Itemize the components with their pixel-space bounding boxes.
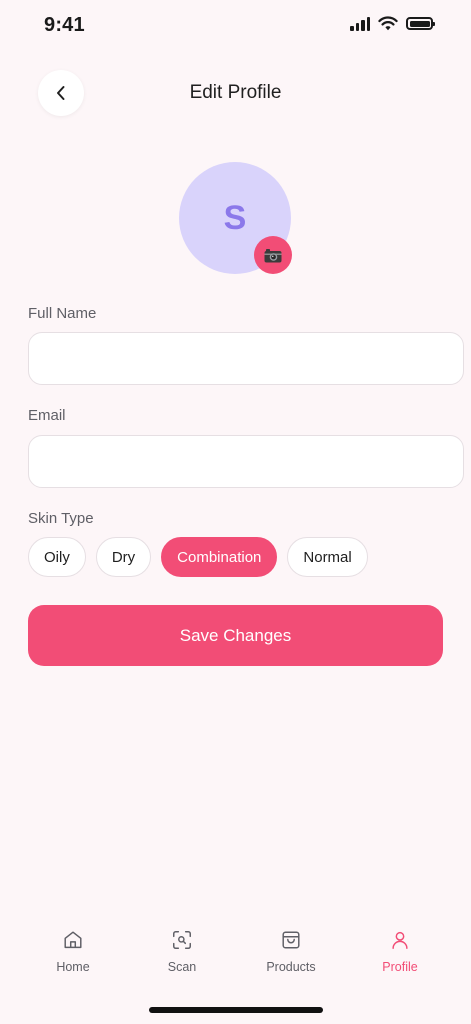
- home-indicator: [149, 1007, 323, 1013]
- nav-item-products[interactable]: Products: [246, 928, 336, 974]
- email-label: Email: [28, 407, 66, 424]
- nav-item-scan[interactable]: Scan: [137, 928, 227, 974]
- cellular-signal-icon: [350, 17, 370, 31]
- skin-type-chip-oily[interactable]: Oily: [28, 537, 86, 577]
- battery-icon: [406, 17, 435, 30]
- skin-type-options: Oily Dry Combination Normal: [28, 537, 368, 577]
- status-time: 9:41: [44, 14, 85, 36]
- status-icons: [350, 16, 435, 31]
- full-name-label: Full Name: [28, 305, 97, 322]
- email-input[interactable]: [28, 435, 464, 488]
- wifi-icon: [378, 16, 398, 31]
- save-changes-button[interactable]: Save Changes: [28, 605, 443, 666]
- nav-label-profile: Profile: [382, 960, 418, 974]
- nav-label-products: Products: [266, 960, 316, 974]
- nav-label-scan: Scan: [167, 960, 197, 974]
- skin-type-chip-combination[interactable]: Combination: [161, 537, 278, 577]
- skin-type-chip-dry[interactable]: Dry: [95, 537, 152, 577]
- page-title: Edit Profile: [189, 82, 282, 103]
- nav-item-home[interactable]: Home: [28, 928, 118, 974]
- skin-type-label: Skin Type: [28, 510, 94, 527]
- camera-icon: [264, 248, 282, 262]
- full-name-input[interactable]: [28, 332, 464, 385]
- edit-profile-screen: 9:41 Edit Profile S Full Name Email Skin…: [0, 0, 471, 1024]
- skin-type-chip-normal[interactable]: Normal: [287, 537, 368, 577]
- avatar-initial: S: [223, 198, 247, 237]
- user-icon: [388, 928, 412, 952]
- shopping-bag-icon: [279, 928, 303, 952]
- scan-icon: [170, 928, 194, 952]
- change-photo-button[interactable]: [254, 236, 292, 274]
- status-bar: 9:41: [0, 0, 471, 52]
- nav-item-profile[interactable]: Profile: [355, 928, 445, 974]
- nav-label-home: Home: [56, 960, 90, 974]
- home-icon: [61, 928, 85, 952]
